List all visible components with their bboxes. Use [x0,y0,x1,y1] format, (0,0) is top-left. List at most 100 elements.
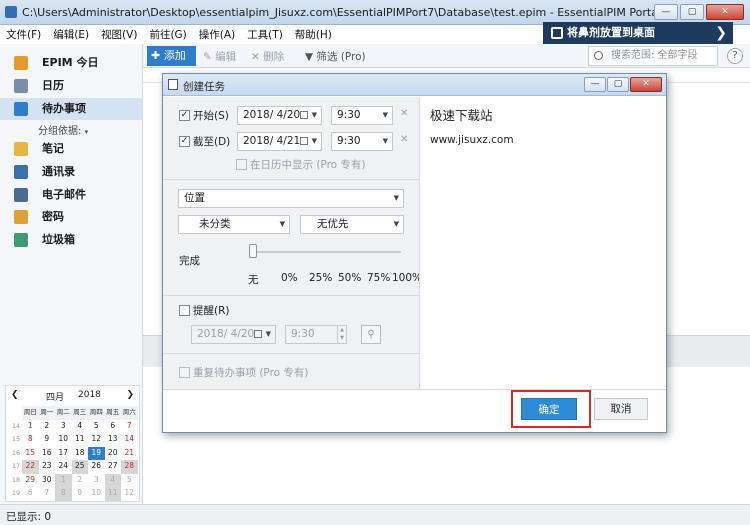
calendar-day[interactable]: 1 [22,420,39,434]
due-time-field[interactable]: 9:30 ▼ [331,132,393,151]
calendar-day[interactable]: 2 [39,420,56,434]
calendar-day[interactable]: 2 [72,474,89,488]
location-field[interactable]: 位置 ▼ [178,189,404,208]
edit-button[interactable]: ✎ 编辑 [203,49,236,64]
minimize-button[interactable]: — [654,4,678,20]
clear-due-button[interactable]: ✕ [400,134,408,145]
dialog-maximize-button[interactable]: ▢ [607,77,629,92]
calendar-day[interactable]: 18 [72,447,89,461]
calendar-year[interactable]: 2018 [78,390,101,400]
menu-go[interactable]: 前往(G) [143,25,192,42]
sidebar-item-epim-today[interactable]: EPIM 今日 [0,52,143,74]
add-button[interactable]: ✚ 添加 [147,46,196,66]
calendar-day[interactable]: 29 [22,474,39,488]
next-month-button[interactable]: ❯ [126,390,134,400]
calendar-day[interactable]: 27 [105,460,122,474]
sidebar-item-trash[interactable]: 垃圾箱 [0,229,143,251]
search-input[interactable]: 搜索范围: 全部字段 [588,46,718,66]
start-time-field[interactable]: 9:30 ▼ [331,106,393,125]
sidebar-item-calendar[interactable]: 日历 [0,75,143,97]
menu-edit[interactable]: 编辑(E) [47,25,95,42]
calendar-day[interactable]: 12 [121,487,138,501]
calendar-day[interactable]: 10 [88,487,105,501]
menu-actions[interactable]: 操作(A) [193,25,241,42]
calendar-day[interactable]: 1 [55,473,72,487]
calendar-day[interactable]: 13 [105,433,122,447]
chevron-right-icon[interactable]: ❯ [715,22,727,44]
calendar-day[interactable]: 10 [55,433,72,447]
start-checkbox[interactable]: ✓ [179,110,190,121]
calendar-day[interactable]: 3 [88,474,105,488]
calendar-month[interactable]: 四月 [46,390,64,403]
calendar-day[interactable]: 19 [88,446,105,460]
calendar-day[interactable]: 20 [105,447,122,461]
due-checkbox[interactable]: ✓ [179,136,190,147]
filter-button[interactable]: ▼ 筛选 (Pro) [305,49,366,64]
calendar-day[interactable]: 25 [71,460,88,474]
delete-button[interactable]: ✕ 删除 [251,49,284,64]
sidebar-item-notes[interactable]: 笔记 [0,138,143,160]
calendar-day[interactable]: 30 [39,474,56,488]
start-date-field[interactable]: 2018/ 4/20 ▼ [237,106,322,125]
task-subject[interactable]: 极速下载站 [430,105,493,124]
calendar-day[interactable]: 11 [72,433,89,447]
menu-help[interactable]: 帮助(H) [289,25,338,42]
link-icon[interactable]: ⚲ [361,325,381,344]
calendar-day[interactable]: 28 [121,460,138,474]
prev-month-button[interactable]: ❮ [11,390,19,400]
calendar-day[interactable]: 24 [55,460,72,474]
calendar-day[interactable]: 9 [72,487,89,501]
calendar-day[interactable]: 8 [22,433,39,447]
calendar-day[interactable]: 14 [121,433,138,447]
calendar-day[interactable]: 4 [104,473,121,487]
maximize-button[interactable]: ▢ [680,4,704,20]
calendar-day[interactable]: 5 [88,420,105,434]
calendar-day[interactable]: 17 [55,447,72,461]
menu-view[interactable]: 视图(V) [95,25,143,42]
dialog-minimize-button[interactable]: — [584,77,606,92]
progress-slider-thumb[interactable] [249,244,257,258]
calendar-day[interactable]: 6 [22,487,39,501]
calendar-day[interactable]: 8 [55,487,72,501]
reminder-checkbox[interactable] [179,305,190,316]
recurring-checkbox[interactable] [179,367,190,378]
ok-button[interactable]: 确定 [521,398,577,420]
due-date-field[interactable]: 2018/ 4/21 ▼ [237,132,322,151]
menu-file[interactable]: 文件(F) [0,25,47,42]
group-by-dropdown[interactable]: 分组依据: ▾ [38,122,88,137]
calendar-day[interactable]: 3 [55,420,72,434]
calendar-day[interactable]: 11 [104,487,121,501]
calendar-day[interactable]: 6 [105,420,122,434]
calendar-day[interactable]: 7 [39,487,56,501]
calendar-day[interactable]: 9 [39,433,56,447]
reminder-time-spinner[interactable]: ▲ ▼ [337,326,346,343]
sidebar-item-contacts[interactable]: 通讯录 [0,161,143,183]
task-notes[interactable]: www.jisuxz.com [430,134,514,146]
calendar-day[interactable]: 22 [22,460,39,474]
reminder-date-field[interactable]: 2018/ 4/20 ▼ [191,325,276,344]
progress-slider-track[interactable] [251,251,401,253]
calendar-day[interactable]: 16 [39,447,56,461]
calendar-day[interactable]: 4 [72,420,89,434]
close-button[interactable]: ✕ [706,4,744,20]
help-button[interactable]: ? [727,48,743,64]
category-select[interactable]: 未分类 ▼ [178,215,290,234]
show-in-calendar-checkbox[interactable] [236,159,247,170]
calendar-day[interactable]: 23 [39,460,56,474]
calendar-day[interactable]: 21 [121,447,138,461]
sidebar-item-passwords[interactable]: 密码 [0,206,143,228]
dialog-close-button[interactable]: ✕ [630,77,662,92]
priority-select[interactable]: 无优先 ▼ [300,215,404,234]
cancel-button[interactable]: 取消 [594,398,648,420]
sidebar-item-email[interactable]: 电子邮件 [0,184,143,206]
start-date-value: 2018/ 4/20 [243,109,301,121]
calendar-day[interactable]: 26 [88,460,105,474]
calendar-day[interactable]: 12 [88,433,105,447]
menu-tools[interactable]: 工具(T) [241,25,289,42]
clear-start-button[interactable]: ✕ [400,108,408,119]
promo-banner[interactable]: 将鼻剂放置到桌面 ❯ [543,22,733,44]
sidebar-item-todo[interactable]: 待办事项 [0,98,143,120]
calendar-day[interactable]: 7 [121,420,138,434]
calendar-day[interactable]: 5 [121,474,138,488]
calendar-day[interactable]: 15 [22,447,39,461]
